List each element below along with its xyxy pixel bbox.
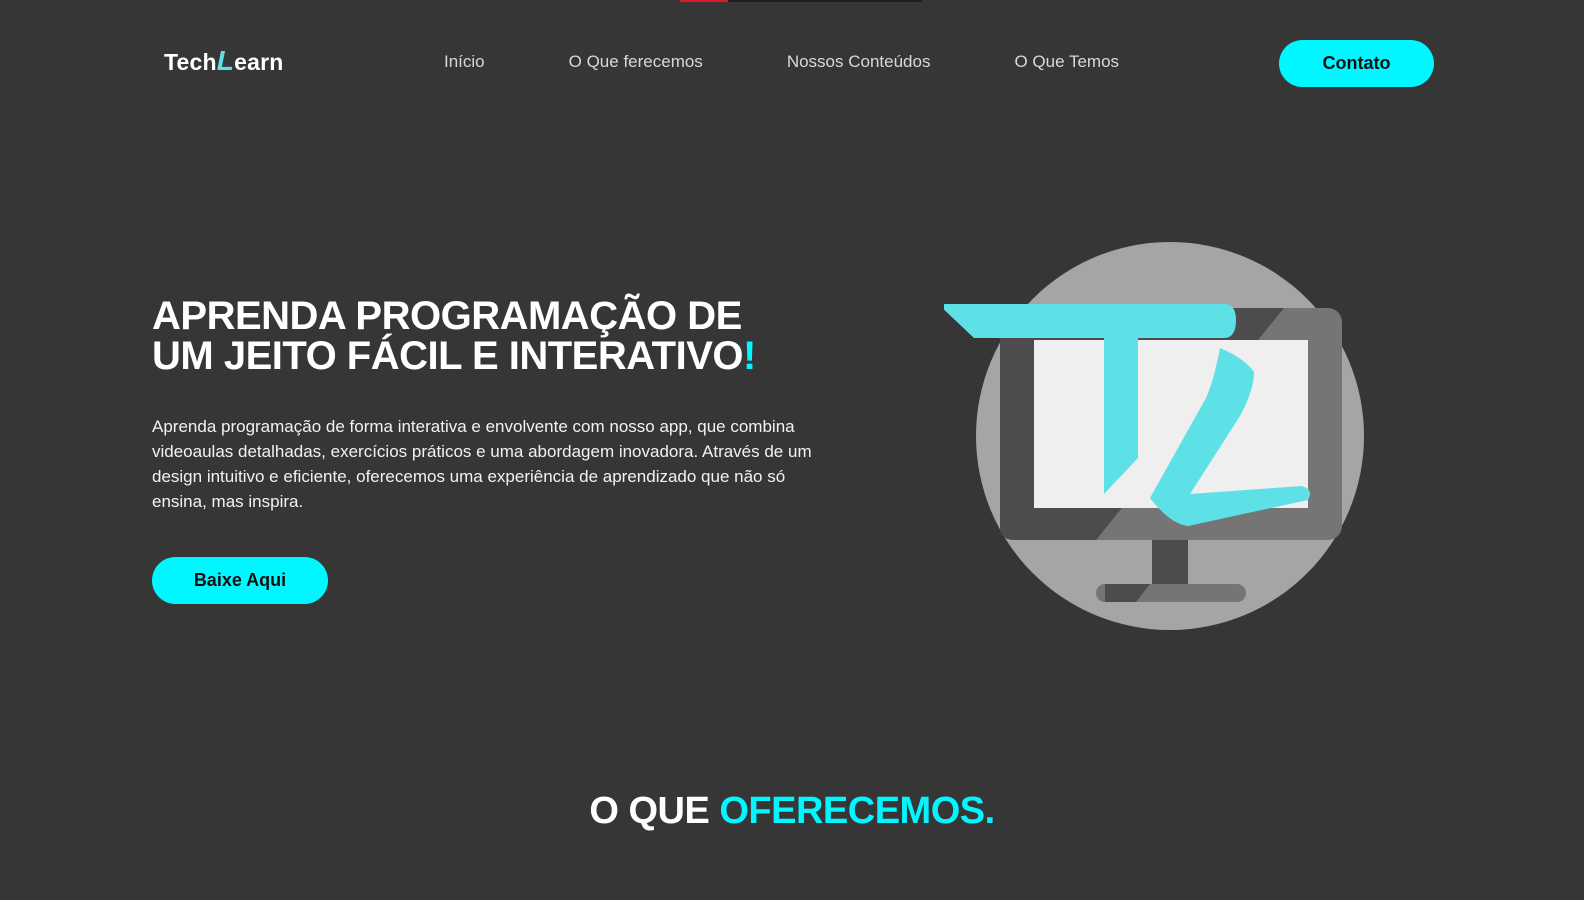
logo-prefix: Tech — [164, 49, 217, 75]
nav-item-o-que-oferecemos[interactable]: O Que ferecemos — [569, 52, 703, 72]
monitor-tl-logo-icon — [938, 240, 1384, 640]
section-title-o-que-oferecemos: O QUE OFERECEMOS. — [0, 790, 1584, 833]
hero-title: APRENDA PROGRAMAÇÃO DE UM JEITO FÁCIL E … — [152, 296, 852, 376]
hero-description: Aprenda programação de forma interativa … — [152, 417, 812, 511]
logo-text: TechLearn — [164, 45, 283, 77]
main-nav: Início O Que ferecemos Nossos Conteúdos … — [444, 52, 1203, 72]
nav-item-o-que-temos[interactable]: O Que Temos — [1014, 52, 1119, 72]
hero-title-line-2: UM JEITO FÁCIL E INTERATIVO! — [152, 336, 852, 376]
logo-suffix: earn — [234, 49, 284, 75]
hero-illustration-svg — [938, 242, 1364, 630]
contact-button[interactable]: Contato — [1279, 40, 1434, 87]
hero-title-exclamation: ! — [743, 334, 756, 378]
scroll-progress-track — [680, 0, 922, 2]
hero-title-line-2-text: UM JEITO FÁCIL E INTERATIVO — [152, 334, 744, 378]
section-title-plain: O QUE — [589, 790, 720, 832]
logo[interactable]: TechLearn — [160, 40, 290, 80]
logo-t-bar — [938, 304, 1236, 338]
download-button[interactable]: Baixe Aqui — [152, 557, 328, 604]
nav-item-nossos-conteudos[interactable]: Nossos Conteúdos — [787, 52, 931, 72]
monitor-neck — [1152, 536, 1188, 588]
section-title-accent: OFERECEMOS. — [719, 790, 995, 832]
site-header: TechLearn Início O Que ferecemos Nossos … — [0, 40, 1584, 88]
hero-title-line-1: APRENDA PROGRAMAÇÃO DE — [152, 294, 742, 338]
scroll-progress-bar — [680, 0, 729, 2]
page: TechLearn Início O Que ferecemos Nossos … — [0, 0, 1584, 900]
logo-accent-letter: L — [216, 45, 235, 76]
nav-item-inicio[interactable]: Início — [444, 52, 485, 72]
